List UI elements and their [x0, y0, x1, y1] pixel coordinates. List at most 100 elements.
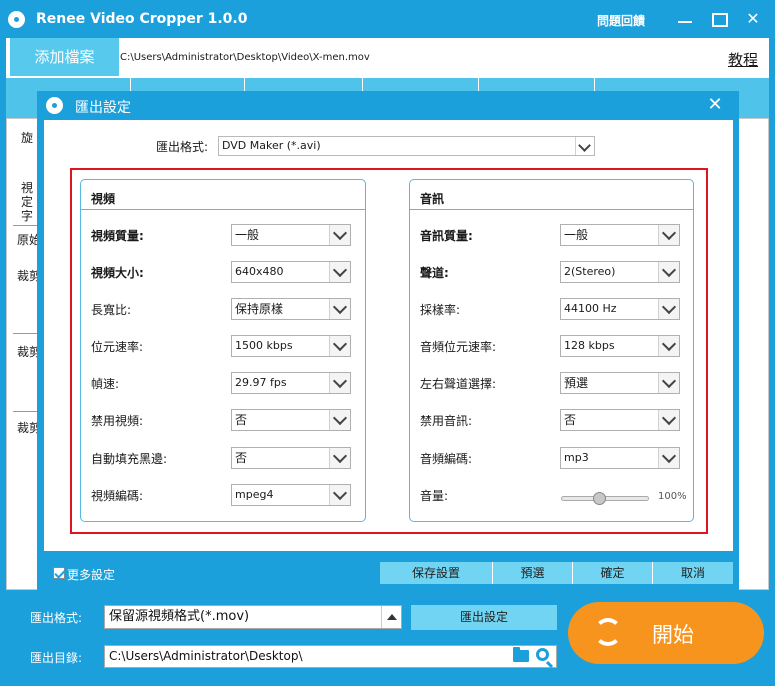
- audio-codec-select[interactable]: mp3: [560, 447, 680, 469]
- maximize-icon[interactable]: [706, 7, 732, 31]
- auto-letterbox-select[interactable]: 否: [231, 447, 351, 469]
- video-size-select[interactable]: 640x480: [231, 261, 351, 283]
- video-group-title: 視頻: [91, 192, 116, 206]
- chevron-down-icon: [658, 448, 679, 468]
- dialog-body: 匯出格式: DVD Maker (*.avi) 視頻 視頻質量: 一般 視頻大小…: [44, 120, 733, 551]
- export-settings-dialog: 匯出設定 ✕ 匯出格式: DVD Maker (*.avi) 視頻 視頻質量: …: [37, 91, 739, 591]
- ok-button[interactable]: 確定: [573, 562, 653, 584]
- cancel-button[interactable]: 取消: [653, 562, 733, 584]
- dialog-logo-icon: [46, 97, 63, 114]
- volume-value: 100%: [658, 491, 687, 502]
- video-codec-select[interactable]: mpeg4: [231, 484, 351, 506]
- default-button[interactable]: 預選: [493, 562, 573, 584]
- dialog-close-icon[interactable]: ✕: [702, 93, 728, 117]
- add-file-button[interactable]: 添加檔案: [10, 38, 119, 76]
- app-logo-icon: [8, 11, 25, 28]
- aspect-ratio-label: 長寬比:: [91, 303, 132, 317]
- aspect-ratio-value: 保持原樣: [235, 302, 284, 316]
- frame-rate-label: 幀速:: [91, 377, 120, 391]
- video-bitrate-value: 1500 kbps: [235, 339, 293, 352]
- chevron-down-icon: [329, 485, 350, 505]
- audio-bitrate-select[interactable]: 128 kbps: [560, 335, 680, 357]
- tutorial-link[interactable]: 教程: [728, 49, 758, 70]
- minimize-icon[interactable]: [672, 7, 698, 31]
- chevron-down-icon: [658, 373, 679, 393]
- frame-rate-value: 29.97 fps: [235, 376, 287, 389]
- disable-audio-label: 禁用音訊:: [420, 414, 473, 428]
- chevron-up-icon: [381, 606, 401, 628]
- chevron-down-icon: [658, 336, 679, 356]
- audio-codec-label: 音頻編碼:: [420, 452, 473, 466]
- more-settings-checkbox[interactable]: [53, 567, 65, 579]
- start-button[interactable]: 開始: [568, 602, 764, 664]
- export-dir-label: 匯出目錄:: [30, 651, 83, 665]
- export-dir-value: C:\Users\Administrator\Desktop\: [109, 649, 303, 663]
- chevron-down-icon: [329, 448, 350, 468]
- divider: [410, 209, 693, 210]
- panel-label: 旋: [21, 131, 34, 145]
- audio-quality-select[interactable]: 一般: [560, 224, 680, 246]
- video-size-label: 視頻大小:: [91, 266, 144, 280]
- audio-quality-label: 音訊質量:: [420, 229, 473, 243]
- folder-icon[interactable]: [513, 647, 529, 662]
- export-settings-button[interactable]: 匯出設定: [411, 605, 557, 630]
- export-format-value: 保留源視頻格式(*.mov): [109, 609, 250, 624]
- volume-slider[interactable]: [561, 492, 649, 505]
- settings-highlight-box: 視頻 視頻質量: 一般 視頻大小: 640x480 長寬比: 保持原樣 位元速率…: [70, 168, 708, 534]
- chevron-down-icon: [329, 410, 350, 430]
- video-bitrate-label: 位元速率:: [91, 340, 144, 354]
- output-format-value: DVD Maker (*.avi): [222, 139, 321, 152]
- export-dir-field[interactable]: C:\Users\Administrator\Desktop\: [104, 645, 557, 668]
- output-format-select[interactable]: DVD Maker (*.avi): [218, 136, 595, 156]
- channel-label: 聲道:: [420, 266, 449, 280]
- output-format-label: 匯出格式:: [156, 140, 209, 154]
- disable-video-select[interactable]: 否: [231, 409, 351, 431]
- refresh-icon: [594, 618, 622, 646]
- chevron-down-icon: [658, 262, 679, 282]
- bottom-bar: 匯出格式: 保留源視頻格式(*.mov) 匯出設定 匯出目錄: C:\Users…: [0, 591, 775, 686]
- save-settings-button[interactable]: 保存設置: [380, 562, 493, 584]
- app-title: Renee Video Cropper 1.0.0: [36, 11, 248, 27]
- video-bitrate-select[interactable]: 1500 kbps: [231, 335, 351, 357]
- video-size-value: 640x480: [235, 265, 284, 278]
- channel-value: 2(Stereo): [564, 265, 616, 278]
- search-icon[interactable]: [536, 648, 549, 661]
- disable-audio-select[interactable]: 否: [560, 409, 680, 431]
- sample-rate-select[interactable]: 44100 Hz: [560, 298, 680, 320]
- feedback-link[interactable]: 問題回饋: [597, 12, 645, 29]
- video-codec-value: mpeg4: [235, 488, 274, 501]
- sample-rate-value: 44100 Hz: [564, 302, 617, 315]
- chevron-down-icon: [658, 410, 679, 430]
- video-quality-select[interactable]: 一般: [231, 224, 351, 246]
- audio-bitrate-label: 音頻位元速率:: [420, 340, 497, 354]
- file-row: 添加檔案 C:\Users\Administrator\Desktop\Vide…: [0, 38, 775, 78]
- channel-selection-value: 預選: [564, 376, 589, 390]
- audio-group-title: 音訊: [420, 192, 445, 206]
- video-quality-label: 視頻質量:: [91, 229, 144, 243]
- chevron-down-icon: [658, 225, 679, 245]
- audio-group: 音訊 音訊質量: 一般 聲道: 2(Stereo) 採樣率: 44100 Hz …: [409, 179, 694, 522]
- close-icon[interactable]: ✕: [740, 7, 766, 31]
- disable-audio-value: 否: [564, 413, 577, 427]
- file-path: C:\Users\Administrator\Desktop\Video\X-m…: [120, 52, 370, 63]
- dialog-footer: 更多設定 保存設置 預選 確定 取消: [37, 551, 739, 591]
- channel-select[interactable]: 2(Stereo): [560, 261, 680, 283]
- channel-selection-label: 左右聲道選擇:: [420, 377, 497, 391]
- channel-selection-select[interactable]: 預選: [560, 372, 680, 394]
- sample-rate-label: 採樣率:: [420, 303, 461, 317]
- disable-video-label: 禁用視頻:: [91, 414, 144, 428]
- panel-label: 字: [21, 209, 34, 223]
- chevron-down-icon: [329, 262, 350, 282]
- aspect-ratio-select[interactable]: 保持原樣: [231, 298, 351, 320]
- more-settings-label[interactable]: 更多設定: [67, 566, 115, 583]
- disable-video-value: 否: [235, 413, 248, 427]
- volume-slider-thumb[interactable]: [592, 492, 606, 505]
- frame-rate-select[interactable]: 29.97 fps: [231, 372, 351, 394]
- audio-bitrate-value: 128 kbps: [564, 339, 615, 352]
- audio-codec-value: mp3: [564, 451, 589, 464]
- dialog-title-bar: 匯出設定 ✕: [37, 91, 739, 120]
- chevron-down-icon: [658, 299, 679, 319]
- export-format-label: 匯出格式:: [30, 611, 83, 625]
- start-label: 開始: [652, 623, 694, 647]
- export-format-select[interactable]: 保留源視頻格式(*.mov): [104, 605, 402, 629]
